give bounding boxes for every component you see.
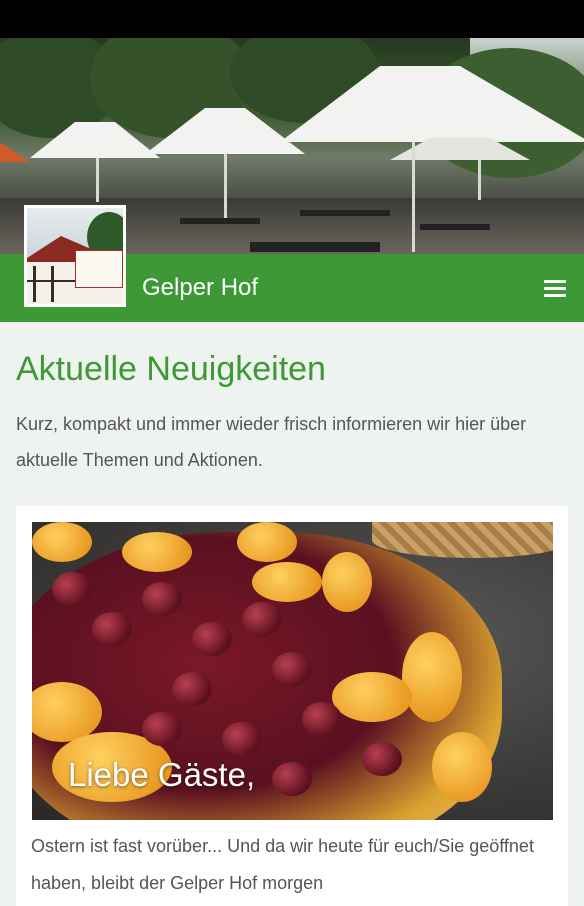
hamburger-menu-icon[interactable] bbox=[538, 274, 572, 304]
status-bar bbox=[0, 0, 584, 38]
news-text: Ostern ist fast vorüber... Und da wir he… bbox=[31, 836, 534, 893]
news-image-caption: Liebe Gäste, bbox=[68, 756, 256, 793]
app-title: Gelper Hof bbox=[142, 274, 259, 301]
page-intro-text: Kurz, kompakt und immer wieder frisch in… bbox=[16, 414, 527, 470]
restaurant-logo[interactable] bbox=[24, 205, 126, 307]
page-title: Aktuelle Neuigkeiten bbox=[16, 350, 326, 388]
